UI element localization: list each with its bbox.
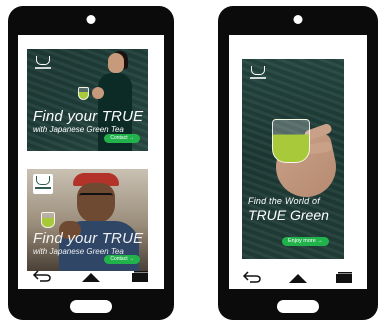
android-navbar [18,267,164,285]
home-button[interactable] [70,300,112,313]
ad-banner-woman[interactable]: Find your TRUE with Japanese Green Tea C… [27,49,148,151]
recent-apps-icon[interactable] [128,268,152,284]
ad-banner-man[interactable]: Find your TRUE with Japanese Green Tea C… [27,169,148,271]
phone-left-screen: Find your TRUE with Japanese Green Tea C… [18,35,164,289]
front-camera [86,15,96,24]
headline-line-1: Find your TRUE [33,108,144,125]
home-icon[interactable] [286,269,310,285]
enjoy-more-button[interactable]: Enjoy more → [282,237,329,246]
headline-line-1: Find the World of [248,196,320,206]
contact-button[interactable]: Contact → [104,255,140,264]
contact-button[interactable]: Contact → [104,134,140,143]
headline-line-2: with Japanese Green Tea [33,125,124,134]
home-button[interactable] [277,300,319,313]
ad-headline: Find your TRUE with Japanese Green Tea [33,109,143,134]
back-arrow-icon[interactable] [30,268,54,284]
headline-line-1: Find your TRUE [33,230,144,247]
home-icon[interactable] [79,268,103,284]
front-camera [293,15,303,24]
phone-left: Find your TRUE with Japanese Green Tea C… [8,6,174,320]
headline-line-2: TRUE Green [248,207,329,223]
brand-logo-icon [248,64,268,84]
tea-glass-icon [272,119,310,163]
brand-logo-icon [33,174,53,194]
ad-headline: Find the World of TRUE Green [248,196,329,223]
brand-logo-icon [33,54,53,74]
phone-right: Find the World of TRUE Green Enjoy more … [218,6,378,320]
tea-glass-icon [78,87,89,100]
back-arrow-icon[interactable] [240,269,264,285]
ad-banner-tall[interactable]: Find the World of TRUE Green Enjoy more … [242,59,344,259]
phone-right-screen: Find the World of TRUE Green Enjoy more … [229,35,367,289]
recent-apps-icon[interactable] [332,269,356,285]
ad-headline: Find your TRUE with Japanese Green Tea [33,231,143,256]
android-navbar [229,268,367,286]
tea-glass-icon [41,212,55,228]
